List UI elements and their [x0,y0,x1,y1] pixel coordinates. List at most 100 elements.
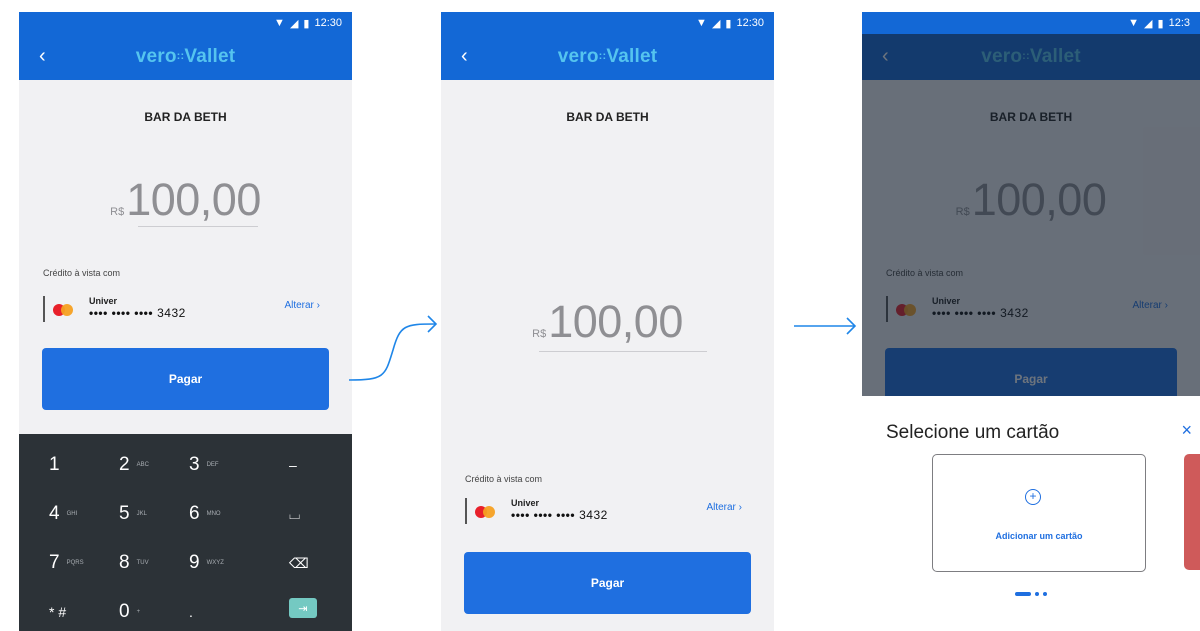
keypad-key-letters: TUV [136,560,149,566]
change-card-link[interactable]: Alterar › [284,300,320,311]
keypad-key-label: ⌫ [289,555,309,571]
selected-card: Univer •••• •••• ••••3432 Alterar › [465,496,750,526]
keypad-key-label: ⌴ [289,506,301,522]
currency-symbol: R$ [532,328,547,340]
amount-value: 100,00 [126,174,261,225]
keypad-key-label: 7 [49,552,60,573]
screen-2-payment: ▼ ◢ ▮ 12:30 ‹ vero::Vallet BAR DA BETH R… [441,12,774,631]
keypad-key[interactable]: 6 MNO [189,503,221,525]
clock: 12:30 [736,17,764,29]
mastercard-icon [475,506,497,518]
card-number: •••• •••• ••••3432 [511,508,608,522]
keypad-key-label: 9 [189,552,200,573]
plus-circle-icon: + [1025,489,1041,505]
numeric-keypad: 1 2 ABC 3 DEF – 4 GHI 5 JKL 6 MNO ⌴ 7 PQRS 8 TUV 9 WXYZ ⌫ * … [19,434,352,631]
credit-label: Crédito à vista com [465,474,543,484]
keypad-key[interactable]: 4 GHI [49,503,77,525]
battery-icon: ▮ [303,17,310,30]
battery-icon: ▮ [1157,17,1164,30]
pay-button[interactable]: Pagar [42,348,329,410]
add-card-label: Adicionar um cartão [995,531,1083,541]
signal-icon: ◢ [711,17,721,30]
keypad-key[interactable]: . [189,604,193,620]
card-divider [465,498,467,524]
amount-underline [138,226,258,227]
pager-dot-active [1015,592,1031,596]
keypad-key[interactable]: 9 WXYZ [189,552,224,574]
keypad-key[interactable]: 7 PQRS [49,552,84,574]
select-card-sheet: Selecione um cartão × + Adicionar um car… [862,396,1200,631]
flow-arrow-icon [348,315,438,381]
signal-icon: ◢ [289,17,299,30]
clock: 12:3 [1168,17,1190,29]
keypad-key[interactable]: ⌴ [289,506,300,523]
card-name: Univer [511,498,540,508]
card-divider [43,296,45,322]
keypad-key-label: 5 [119,503,130,524]
pay-button[interactable]: Pagar [464,552,751,614]
amount-display[interactable]: R$100,00 [441,296,774,348]
keypad-key[interactable]: 1 [49,454,60,476]
keypad-key-label: 1 [49,454,60,475]
pager-dot [1043,592,1047,596]
selected-card: Univer •••• •••• ••••3432 Alterar › [43,294,328,324]
keypad-key-letters: DEF [206,462,219,468]
keypad-key-label: * # [49,604,67,620]
clock: 12:30 [314,17,342,29]
amount-value: 100,00 [548,296,683,347]
keypad-key-letters: ABC [136,462,149,468]
amount-underline [539,351,707,352]
wifi-icon: ▼ [1128,17,1140,29]
keypad-key-letters: GHI [66,511,78,517]
keypad-key-label: . [189,604,193,620]
keypad-key-label: 4 [49,503,60,524]
currency-symbol: R$ [110,206,125,218]
add-card-button[interactable]: + Adicionar um cartão [932,454,1146,572]
merchant-name: BAR DA BETH [566,110,649,124]
wifi-icon: ▼ [274,17,285,29]
status-bar: ▼ ◢ ▮ 12:30 [19,12,352,34]
keypad-key-label: 6 [189,503,200,524]
keypad-key-label: – [289,457,297,473]
keypad-key[interactable]: * # [49,604,66,620]
status-bar: ▼ ◢ ▮ 12:3 [862,12,1200,34]
keypad-key-label: 2 [119,454,130,475]
screen-1-payment-keypad: ▼ ◢ ▮ 12:30 ‹ vero::Vallet BAR DA BETH R… [19,12,352,631]
battery-icon: ▮ [725,17,732,30]
keypad-key[interactable]: ⌫ [289,555,309,572]
status-bar: ▼ ◢ ▮ 12:30 [441,12,774,34]
keypad-key[interactable]: 5 JKL [119,503,147,525]
keypad-key-label: 8 [119,552,130,573]
wifi-icon: ▼ [696,17,707,29]
flow-arrow-icon [794,317,857,335]
keypad-key[interactable]: 2 ABC [119,454,149,476]
merchant-name: BAR DA BETH [144,110,227,124]
keypad-key[interactable]: 8 TUV [119,552,149,574]
card-name: Univer [89,296,118,306]
keypad-key-letters: MNO [206,511,221,517]
keypad-key[interactable]: – [289,457,297,473]
vero-wallet-logo: vero::Vallet [135,46,236,67]
keypad-key[interactable]: 0 + [119,601,140,623]
screen-3-select-card: ▼ ◢ ▮ 12:3 ‹ vero::Vallet BAR DA BETH R$… [862,12,1200,631]
keypad-key-label: 0 [119,601,130,622]
pager-dot [1035,592,1039,596]
keypad-key-label: ⇥ [298,602,308,615]
signal-icon: ◢ [1144,17,1153,30]
credit-label: Crédito à vista com [43,268,121,278]
close-icon[interactable]: × [1181,420,1192,441]
keypad-key[interactable]: 3 DEF [189,454,219,476]
carousel-pager [862,592,1200,596]
app-bar: ‹ vero::Vallet [19,34,352,80]
keypad-next-key[interactable]: ⇥ [289,598,317,618]
vero-wallet-logo: vero::Vallet [557,46,658,67]
change-card-link[interactable]: Alterar › [706,502,742,513]
amount-display[interactable]: R$100,00 [19,174,352,226]
card-carousel-item[interactable] [1184,454,1200,570]
sheet-title: Selecione um cartão [886,422,1060,443]
keypad-key-letters: JKL [136,511,147,517]
keypad-key-letters: + [136,609,141,615]
mastercard-icon [53,304,75,316]
keypad-key-letters: PQRS [66,560,84,566]
card-number: •••• •••• ••••3432 [89,306,186,320]
